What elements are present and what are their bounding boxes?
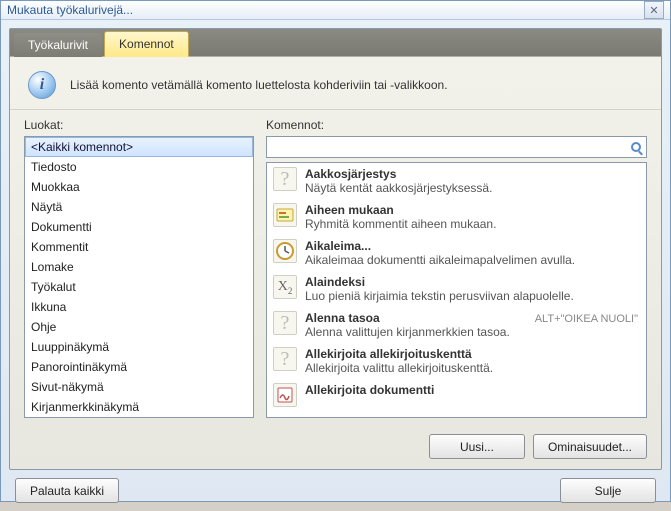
commands-column: Komennot: ? AakkosjärjestysNäytä kentät a… (266, 118, 647, 418)
info-icon: i (28, 71, 56, 99)
command-body: AlaindeksiLuo pieniä kirjaimia tekstin p… (305, 275, 638, 303)
command-body: AakkosjärjestysNäytä kentät aakkosjärjes… (305, 167, 638, 195)
command-description: Allekirjoita valittu allekirjoituskenttä… (305, 361, 638, 375)
tab-bar: Työkalurivit Komennot (10, 29, 661, 57)
command-shortcut: ALT+"OIKEA NUOLI" (527, 313, 638, 325)
search-input[interactable] (266, 136, 647, 158)
command-title: Aiheen mukaan (305, 203, 394, 217)
categories-listbox[interactable]: <Kaikki komennot>TiedostoMuokkaaNäytäDok… (24, 136, 254, 418)
category-item[interactable]: Työkalut (25, 277, 253, 297)
dialog-body: Työkalurivit Komennot i Lisää komento ve… (1, 20, 670, 511)
x2-icon: X2 (273, 275, 297, 299)
two-column-area: Luokat: <Kaikki komennot>TiedostoMuokkaa… (10, 110, 661, 426)
commands-label: Komennot: (266, 118, 647, 132)
command-buttons: Uusi... Ominaisuudet... (10, 426, 661, 469)
close-button[interactable]: Sulje (560, 478, 656, 503)
command-row[interactable]: ? Alenna tasoa ALT+"OIKEA NUOLI"Alenna val… (267, 307, 646, 343)
category-item[interactable]: Muokkaa (25, 177, 253, 197)
question-icon: ? (273, 167, 297, 191)
category-item[interactable]: Näytä (25, 197, 253, 217)
command-row[interactable]: Allekirjoita dokumentti (267, 379, 646, 411)
category-item[interactable]: Kirjanmerkkinäkymä (25, 397, 253, 417)
command-body: Aiheen mukaanRyhmitä kommentit aiheen mu… (305, 203, 638, 231)
command-title: Aikaleima... (305, 239, 371, 253)
categories-column: Luokat: <Kaikki komennot>TiedostoMuokkaa… (24, 118, 254, 418)
search-icon[interactable] (628, 139, 644, 155)
tab-commands[interactable]: Komennot (104, 31, 189, 57)
category-item[interactable]: Sivut-näkymä (25, 377, 253, 397)
command-description: Alenna valittujen kirjanmerkkien tasoa. (305, 325, 638, 339)
command-title: Allekirjoita allekirjoituskenttä (305, 347, 472, 361)
dialog-window: Mukauta työkalurivejä... ✕ Työkalurivit … (0, 0, 671, 502)
search-row (266, 136, 647, 158)
command-row[interactable]: ? AakkosjärjestysNäytä kentät aakkosjärje… (267, 163, 646, 199)
categories-label: Luokat: (24, 118, 254, 132)
category-item[interactable]: Kommentit (25, 237, 253, 257)
restore-button[interactable]: Palauta kaikki (15, 478, 119, 503)
command-row[interactable]: ? Allekirjoita allekirjoituskenttäAllekir… (267, 343, 646, 379)
content-panel: Työkalurivit Komennot i Lisää komento ve… (9, 28, 662, 470)
dialog-footer: Palauta kaikki Sulje (9, 470, 662, 503)
commands-listbox[interactable]: ? AakkosjärjestysNäytä kentät aakkosjärje… (266, 162, 647, 418)
command-title: Aakkosjärjestys (305, 167, 396, 181)
properties-button[interactable]: Ominaisuudet... (533, 434, 647, 459)
window-title: Mukauta työkalurivejä... (7, 3, 133, 17)
command-title: Alaindeksi (305, 275, 365, 289)
close-icon[interactable]: ✕ (644, 1, 664, 19)
question-icon: ? (273, 347, 297, 371)
command-body: Alenna tasoa ALT+"OIKEA NUOLI"Alenna vali… (305, 311, 638, 339)
category-item[interactable]: Ikkuna (25, 297, 253, 317)
category-item[interactable]: Dokumentti (25, 217, 253, 237)
command-row[interactable]: Aikaleima...Aikaleimaa dokumentti aikale… (267, 235, 646, 271)
command-description: Ryhmitä kommentit aiheen mukaan. (305, 217, 638, 231)
info-text: Lisää komento vetämällä komento luettelo… (70, 78, 448, 92)
new-button[interactable]: Uusi... (429, 434, 525, 459)
sign-icon (273, 383, 297, 407)
command-title: Alenna tasoa (305, 311, 380, 325)
command-description: Näytä kentät aakkosjärjestyksessä. (305, 181, 638, 195)
command-row[interactable]: X2 AlaindeksiLuo pieniä kirjaimia tekstin… (267, 271, 646, 307)
category-item[interactable]: <Kaikki komennot> (25, 137, 253, 157)
command-body: Aikaleima...Aikaleimaa dokumentti aikale… (305, 239, 638, 267)
category-item[interactable]: Tiedosto (25, 157, 253, 177)
category-item[interactable]: Lomake (25, 257, 253, 277)
tab-toolbars[interactable]: Työkalurivit (14, 33, 102, 57)
topic-icon (273, 203, 297, 227)
category-item[interactable]: Panorointinäkymä (25, 357, 253, 377)
command-body: Allekirjoita allekirjoituskenttäAllekirj… (305, 347, 638, 375)
command-title: Allekirjoita dokumentti (305, 383, 434, 397)
command-body: Allekirjoita dokumentti (305, 383, 638, 397)
category-item[interactable]: Luuppinäkymä (25, 337, 253, 357)
clock-icon (273, 239, 297, 263)
command-row[interactable]: Aiheen mukaanRyhmitä kommentit aiheen mu… (267, 199, 646, 235)
command-description: Aikaleimaa dokumentti aikaleimapalvelime… (305, 253, 638, 267)
question-icon: ? (273, 311, 297, 335)
category-item[interactable]: Ohje (25, 317, 253, 337)
info-band: i Lisää komento vetämällä komento luette… (10, 57, 661, 110)
command-description: Luo pieniä kirjaimia tekstin perusviivan… (305, 289, 638, 303)
titlebar: Mukauta työkalurivejä... ✕ (1, 1, 670, 20)
